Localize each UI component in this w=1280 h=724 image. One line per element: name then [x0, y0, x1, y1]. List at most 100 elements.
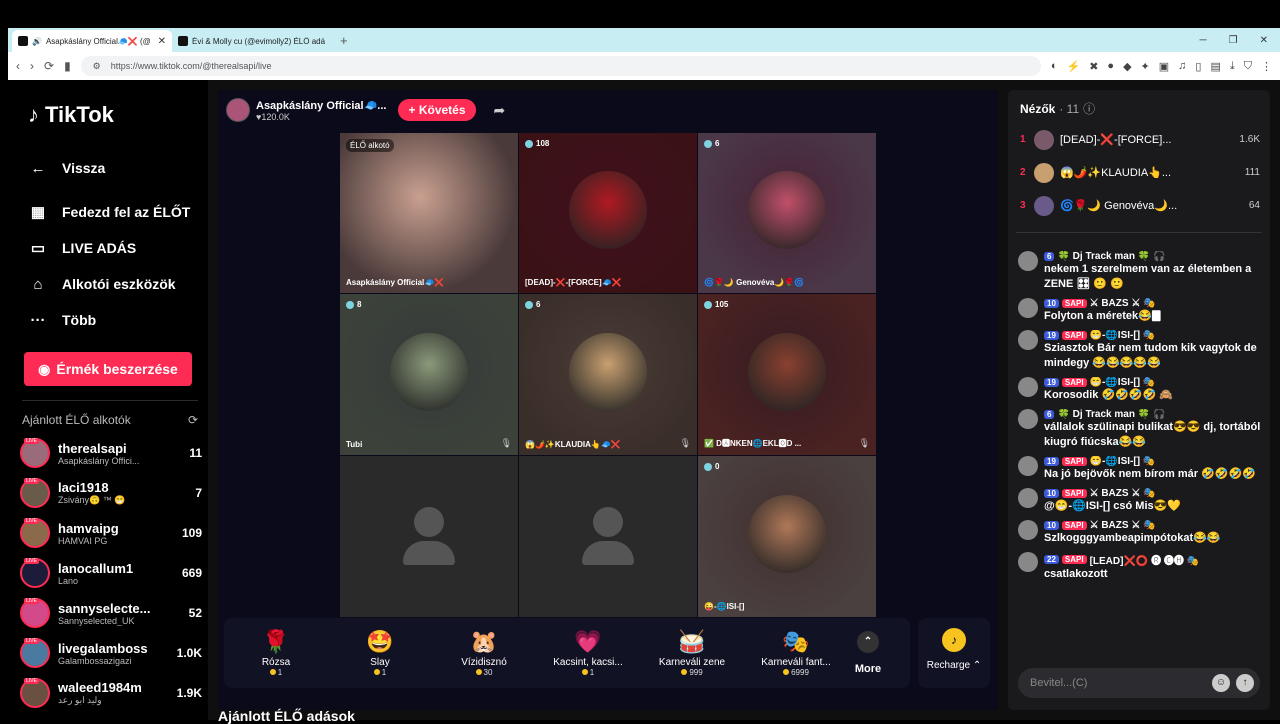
shield-icon[interactable]: ⛉: [1244, 60, 1252, 73]
chat-avatar[interactable]: [1018, 330, 1038, 350]
reload-icon[interactable]: ⟳: [44, 59, 54, 73]
gift-item[interactable]: 🎭 Karneváli fant... 6999: [744, 629, 848, 677]
creator-item[interactable]: LIVE waleed1984m وليد ابو رعد 1.9K: [20, 673, 202, 713]
emoji-icon[interactable]: ☺: [1212, 674, 1230, 692]
refresh-icon[interactable]: ⟳: [188, 413, 198, 427]
gift-item[interactable]: 💗 Kacsint, kacsi... 1: [536, 629, 640, 677]
guest-cell[interactable]: [519, 456, 697, 617]
chat-avatar[interactable]: [1018, 251, 1038, 271]
creator-item[interactable]: LIVE therealsapi Asapkáslány Offici... 11: [20, 433, 202, 473]
browser-tab-2[interactable]: Évi & Molly cu (@evimolly2) ÉLŐ adá: [172, 30, 332, 52]
wallet-icon[interactable]: ▤: [1210, 60, 1220, 73]
guest-cell[interactable]: ÉLŐ alkotó Asapkáslány Official🧢❌: [340, 133, 518, 293]
creator-item[interactable]: LIVE sannyselecte... Sannyselected_UK 52: [20, 593, 202, 633]
chat-username[interactable]: ⚔ BAZS ⚔ 🎭: [1090, 488, 1156, 499]
new-tab-button[interactable]: +: [340, 33, 348, 48]
chat-message-body: 10 SAPI ⚔ BAZS ⚔ 🎭 @😁-🌐ISI-[] csó Mis😎💛: [1044, 488, 1262, 514]
host-info: Asapkáslány Official🧢... ♥120.0K: [256, 99, 386, 122]
creator-avatar: LIVE: [20, 558, 50, 588]
guest-cell[interactable]: 6 🌀🌹🌙 Genovéva🌙🌹🌀: [698, 133, 876, 293]
recharge-button[interactable]: ♪ Recharge ⌃: [918, 618, 990, 688]
send-icon[interactable]: ↑: [1236, 674, 1254, 692]
download-icon[interactable]: ⤓: [1230, 60, 1235, 73]
creator-item[interactable]: LIVE hamvaipg HAMVAI PG 109: [20, 513, 202, 553]
chat-avatar[interactable]: [1018, 520, 1038, 540]
browser-tab-1[interactable]: 🔊 Asapkáslány Official🧢❌ (@ ✕: [12, 30, 172, 52]
more-gifts-button[interactable]: ⌃ More: [848, 631, 888, 675]
chat-username[interactable]: 😁-🌐ISI-[] 🎭: [1090, 377, 1156, 388]
guest-cell[interactable]: 105 ✅ D🅰NKEN🌐EKL🅾D ... 🎙: [698, 294, 876, 455]
more-label: More: [854, 663, 882, 675]
extension-icon[interactable]: ✦: [1141, 60, 1150, 73]
chat-avatar[interactable]: [1018, 409, 1038, 429]
chat-avatar[interactable]: [1018, 488, 1038, 508]
sidebar-icon[interactable]: ▯: [1195, 60, 1201, 73]
creator-item[interactable]: LIVE livegalamboss Galambossazigazi 1.0K: [20, 633, 202, 673]
creator-nickname: Lano: [58, 575, 79, 586]
top-viewer-row[interactable]: 2 😱🌶️✨KLAUDIA👆... 111: [1008, 156, 1270, 189]
chat-avatar[interactable]: [1018, 298, 1038, 318]
chat-username[interactable]: 😁-🌐ISI-[] 🎭: [1090, 330, 1156, 341]
chat-message: 19 SAPI 😁-🌐ISI-[] 🎭 Korosodik 🤣🤣🤣🤣 🙈: [1008, 375, 1270, 407]
close-window-icon[interactable]: ✕: [1260, 35, 1268, 46]
tiktok-logo[interactable]: ♪ TikTok: [28, 102, 208, 128]
address-input[interactable]: ⚙ https://www.tiktok.com/@therealsapi/li…: [80, 56, 1041, 76]
chat-username[interactable]: [LEAD]❌⭕ 🅡 🅒🅗 🎭: [1090, 552, 1200, 567]
guest-avatar: [748, 171, 826, 249]
chat-username[interactable]: 🍀 Dj Track man 🍀 🎧: [1057, 251, 1165, 262]
guest-cell[interactable]: 6 😱🌶️✨KLAUDIA👆🧢❌ 🎙: [519, 294, 697, 455]
chat-avatar[interactable]: [1018, 377, 1038, 397]
chat-username[interactable]: 🍀 Dj Track man 🍀 🎧: [1057, 409, 1165, 420]
gift-item[interactable]: 🐹 Vízidisznó 30: [432, 629, 536, 677]
guest-cell[interactable]: 8 Tubi 🎙: [340, 294, 518, 455]
host-avatar[interactable]: [226, 98, 250, 122]
follow-button[interactable]: + Követés: [398, 99, 476, 121]
live-badge: LIVE: [24, 598, 39, 604]
top-viewer-row[interactable]: 3 🌀🌹🌙 Genovéva🌙... 64: [1008, 189, 1270, 222]
extension-icon[interactable]: ⚡: [1066, 60, 1080, 73]
creator-item[interactable]: LIVE laci1918 Zsivány🙃 ™ 😁 7: [20, 473, 202, 513]
creator-item[interactable]: LIVE lanocallum1 Lano 669: [20, 553, 202, 593]
get-coins-button[interactable]: ◉ Érmék beszerzése: [24, 352, 192, 386]
back-arrow-icon[interactable]: ‹: [16, 59, 20, 73]
top-viewer-row[interactable]: 1 [DEAD]-❌-[FORCE]... 1.6K: [1008, 123, 1270, 156]
get-coins-label: Érmék beszerzése: [56, 361, 178, 377]
minimize-icon[interactable]: ─: [1200, 35, 1207, 46]
chat-input[interactable]: Bevitel...(C) ☺ ↑: [1018, 668, 1260, 698]
back-button[interactable]: ← Vissza: [28, 150, 208, 186]
music-icon[interactable]: ♫: [1178, 60, 1186, 73]
menu-icon[interactable]: ⋮: [1261, 60, 1272, 73]
extension-icon[interactable]: ✖: [1089, 60, 1098, 73]
site-settings-icon[interactable]: ⚙: [93, 61, 101, 72]
extension-icon[interactable]: ▣: [1159, 60, 1169, 73]
gift-item[interactable]: 🥁 Karneváli zene 999: [640, 629, 744, 677]
extension-icon[interactable]: ◐: [1051, 60, 1058, 73]
guest-cell[interactable]: 0 😜-🌐ISI-[]: [698, 456, 876, 617]
guest-cell[interactable]: 108 [DEAD]-❌-[FORCE]🧢❌: [519, 133, 697, 293]
help-icon[interactable]: ⓘ: [1083, 100, 1095, 117]
nav-creator-tools[interactable]: ⌂ Alkotói eszközök: [28, 266, 208, 302]
bookmark-icon[interactable]: ▮: [64, 59, 71, 73]
nav-more[interactable]: ··· Több: [28, 302, 208, 338]
nav-explore-live[interactable]: ▦ Fedezd fel az ÉLŐT: [28, 194, 208, 230]
tiktok-favicon-icon: [18, 36, 28, 46]
nav-go-live[interactable]: ▭ LIVE ADÁS: [28, 230, 208, 266]
host-name[interactable]: Asapkáslány Official🧢...: [256, 99, 386, 112]
extension-icon[interactable]: ●: [1107, 60, 1114, 73]
score-icon: [346, 300, 354, 309]
share-icon[interactable]: ➦: [494, 102, 506, 119]
close-icon[interactable]: ✕: [158, 36, 166, 47]
forward-arrow-icon[interactable]: ›: [30, 59, 34, 73]
chat-username[interactable]: 😁-🌐ISI-[] 🎭: [1090, 456, 1156, 467]
extension-icon[interactable]: ◆: [1123, 60, 1131, 73]
restore-icon[interactable]: ❐: [1229, 35, 1238, 46]
chat-avatar[interactable]: [1018, 456, 1038, 476]
gift-item[interactable]: 🤩 Slay 1: [328, 629, 432, 677]
chat-message-body: 10 SAPI ⚔ BAZS ⚔ 🎭 Folyton a méretek😂🀫: [1044, 298, 1262, 324]
chat-username[interactable]: ⚔ BAZS ⚔ 🎭: [1090, 298, 1156, 309]
chat-avatar[interactable]: [1018, 552, 1038, 572]
guest-cell[interactable]: [340, 456, 518, 617]
gift-item[interactable]: 🌹 Rózsa 1: [224, 629, 328, 677]
level-badge: 10: [1044, 489, 1059, 498]
chat-username[interactable]: ⚔ BAZS ⚔ 🎭: [1090, 520, 1156, 531]
